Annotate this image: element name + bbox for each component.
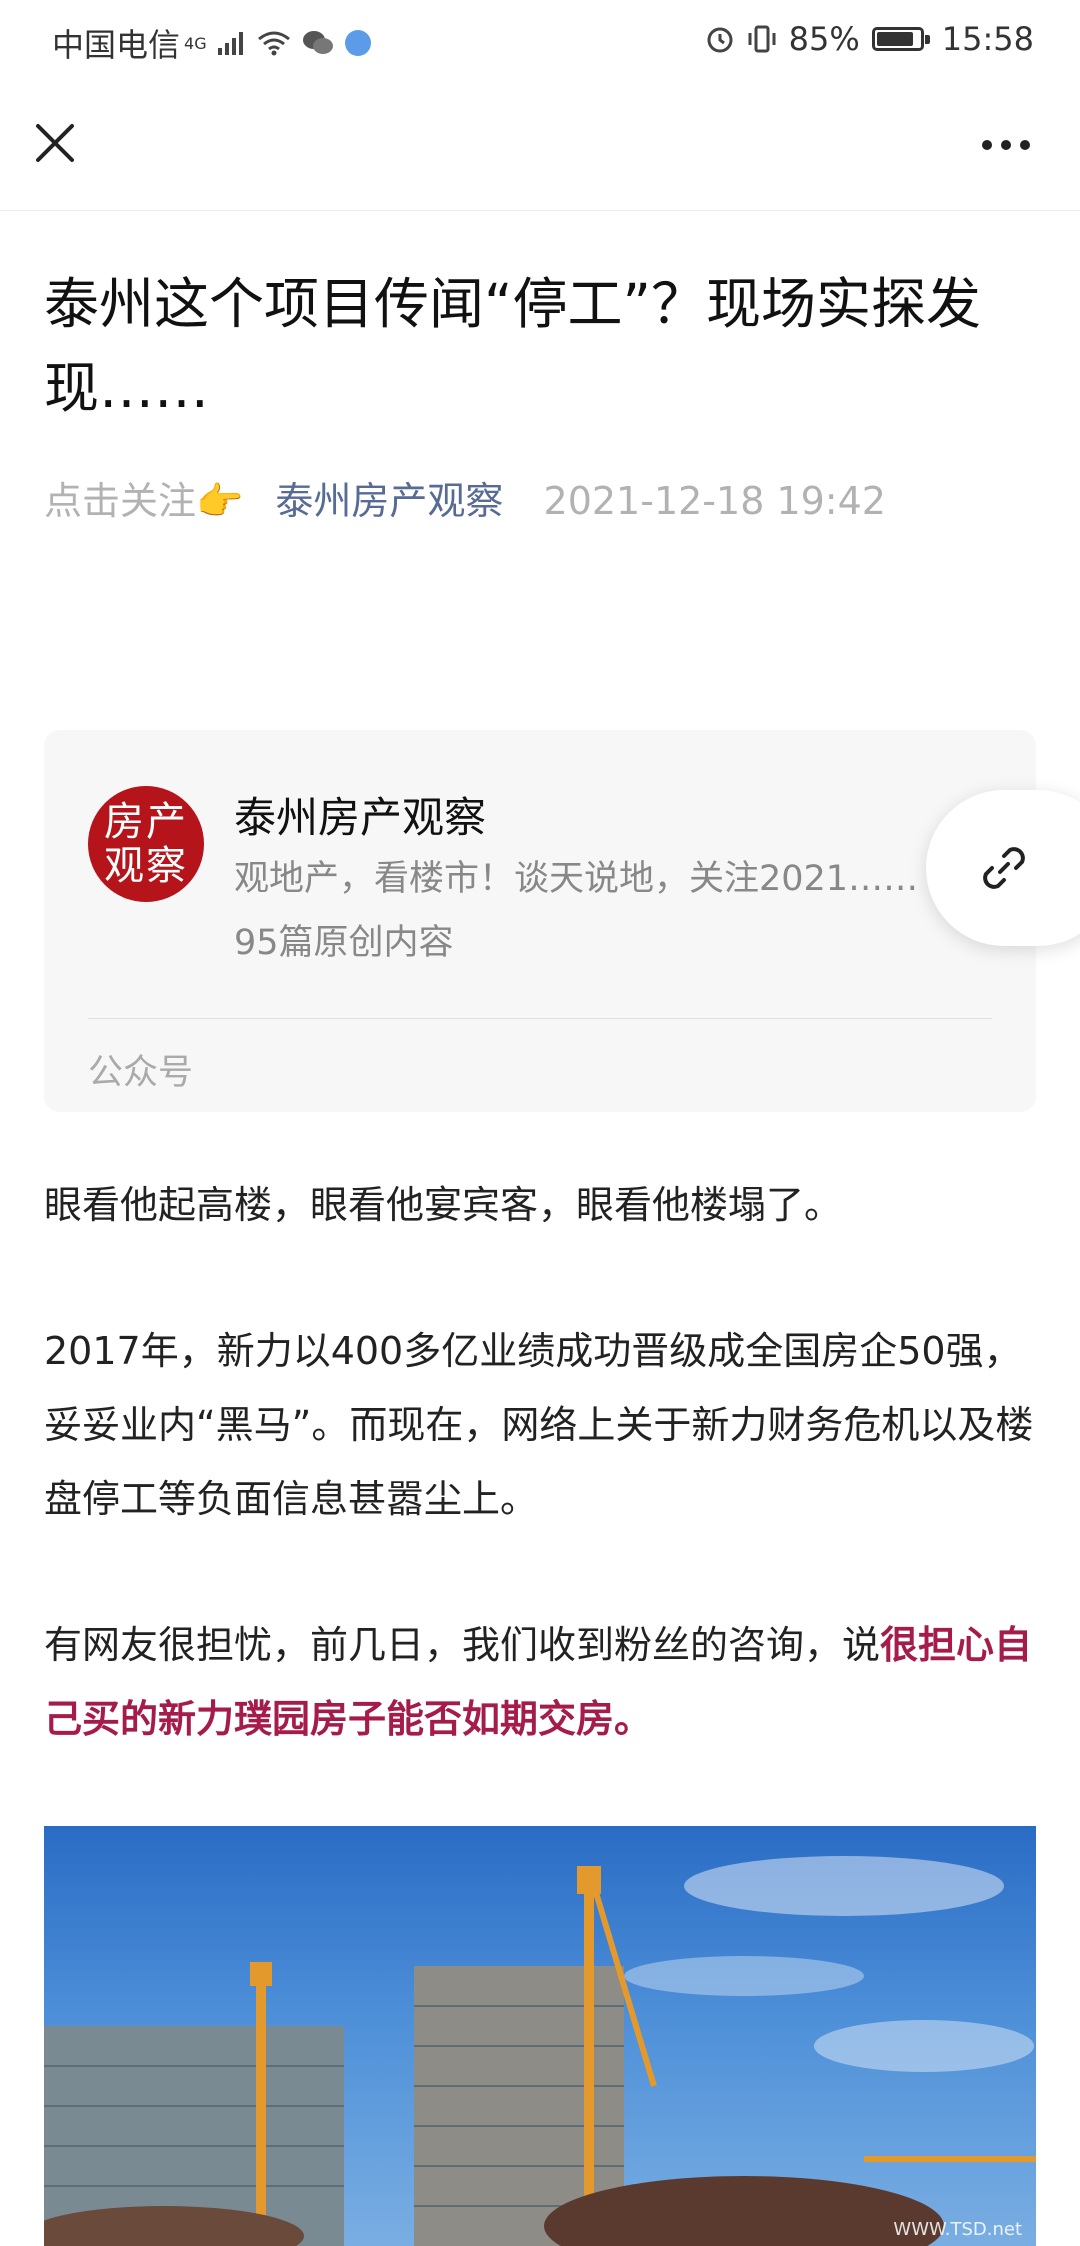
status-bar: 中国电信 4G 85% 15:58 bbox=[0, 0, 1080, 80]
original-count: 95篇原创内容 bbox=[234, 923, 454, 963]
close-button[interactable] bbox=[30, 118, 80, 168]
photo-watermark: WWW.TSD.net bbox=[893, 2219, 1022, 2240]
avatar-text-top: 房产 bbox=[104, 799, 188, 845]
carrier-name: 中国电信 bbox=[52, 26, 181, 64]
more-icon-dot bbox=[1001, 140, 1011, 150]
card-divider bbox=[88, 1018, 992, 1019]
paragraph-1: 眼看他起高楼，眼看他宴宾客，眼看他楼塌了。 bbox=[44, 1183, 843, 1227]
alarm-icon bbox=[707, 27, 733, 53]
battery-fill bbox=[876, 32, 913, 46]
status-left: 中国电信 4G bbox=[52, 20, 371, 66]
battery-percent: 85% bbox=[788, 20, 860, 58]
account-type-label: 公众号 bbox=[88, 1053, 194, 1093]
link-icon bbox=[983, 847, 1025, 889]
avatar-text-bottom: 观察 bbox=[104, 843, 188, 889]
app-notification-icon bbox=[344, 30, 371, 56]
author-link[interactable]: 泰州房产观察 bbox=[275, 479, 503, 523]
copy-link-button[interactable] bbox=[926, 790, 1080, 946]
publish-datetime: 2021-12-18 19:42 bbox=[543, 479, 886, 523]
network-type: 4G bbox=[184, 33, 207, 53]
account-name: 泰州房产观察 bbox=[234, 793, 487, 842]
follow-prompt[interactable]: 点击关注👉 bbox=[44, 479, 243, 523]
battery-icon bbox=[871, 27, 930, 51]
nav-bar bbox=[0, 80, 1080, 211]
article-meta: 点击关注👉 泰州房产观察 2021-12-18 19:42 bbox=[44, 470, 886, 525]
construction-site-image bbox=[44, 1856, 1036, 2246]
more-icon bbox=[982, 140, 992, 150]
clock: 15:58 bbox=[941, 20, 1034, 58]
article-photo[interactable]: WWW.TSD.net bbox=[44, 1826, 1036, 2246]
status-right: 85% 15:58 bbox=[705, 20, 1034, 58]
close-icon bbox=[36, 124, 74, 162]
vibrate-icon bbox=[748, 25, 776, 53]
wifi-icon bbox=[257, 31, 290, 56]
account-description: 观地产，看楼市！谈天说地，关注2021…… bbox=[234, 859, 919, 899]
account-card[interactable]: 房产 观察 泰州房产观察 观地产，看楼市！谈天说地，关注2021…… 95篇原创… bbox=[44, 730, 1036, 1112]
paragraph-2: 2017年，新力以400多亿业绩成功晋级成全国房企50强，妥妥业内“黑马”。而现… bbox=[44, 1329, 1034, 1521]
paragraph-3-text: 有网友很担忧，前几日，我们收到粉丝的咨询，说 bbox=[44, 1623, 881, 1667]
wechat-icon bbox=[302, 31, 333, 54]
more-icon-dot bbox=[1020, 140, 1030, 150]
paragraph-3: 有网友很担忧，前几日，我们收到粉丝的咨询，说很担心自己买的新力璞园房子能否如期交… bbox=[44, 1608, 1036, 1756]
article-title: 泰州这个项目传闻“停工”？现场实探发现…… bbox=[44, 272, 981, 420]
avatar: 房产 观察 bbox=[88, 786, 204, 902]
signal-icon bbox=[217, 32, 243, 55]
more-button[interactable] bbox=[982, 130, 1042, 160]
